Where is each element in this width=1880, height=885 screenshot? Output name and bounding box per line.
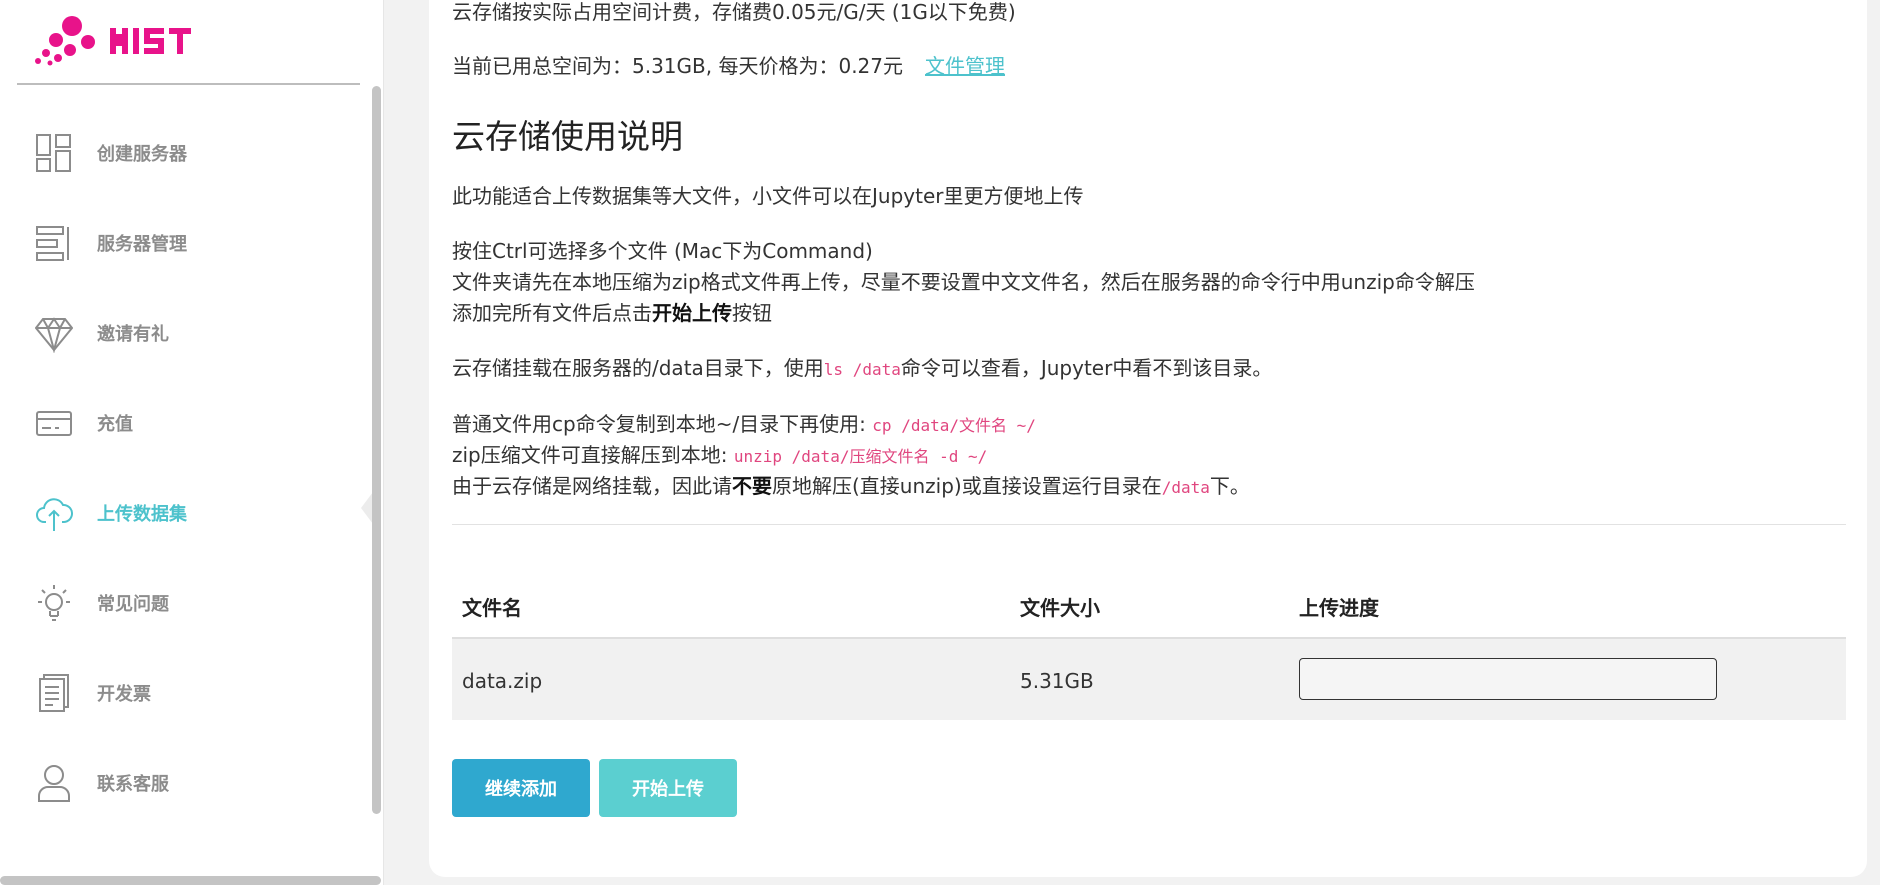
- warn-bold: 不要: [732, 474, 772, 498]
- tip-finish-pre: 添加完所有文件后点击: [452, 301, 652, 325]
- sidebar-item-server-manage[interactable]: 服务器管理: [0, 198, 370, 288]
- credit-card-icon: [36, 411, 72, 436]
- tip-finish-post: 按钮: [732, 301, 772, 325]
- billing-note: 云存储按实际占用空间计费，存储费0.05元/G/天 (1G以下免费): [452, 0, 1016, 24]
- sidebar-item-faq[interactable]: 常见问题: [0, 558, 370, 648]
- sidebar-item-label: 服务器管理: [97, 234, 187, 255]
- section-divider: [452, 524, 1846, 525]
- sidebar-item-upload-dataset[interactable]: 上传数据集: [0, 468, 370, 558]
- diamond-icon: [35, 317, 73, 353]
- logo-divider: [17, 83, 360, 85]
- warn-pre: 由于云存储是网络挂载，因此请: [452, 474, 732, 498]
- sidebar-item-label: 上传数据集: [97, 504, 187, 525]
- sidebar-item-label: 创建服务器: [97, 144, 187, 165]
- tip-finish: 添加完所有文件后点击开始上传按钮: [452, 299, 772, 327]
- sidebar-horizontal-scrollbar[interactable]: [0, 876, 381, 885]
- mount-note: 云存储挂载在服务器的/data目录下，使用ls /data命令可以查看，Jupy…: [452, 354, 1272, 384]
- dashboard-icon: [36, 134, 71, 172]
- column-header-filesize: 文件大小: [1020, 596, 1100, 620]
- mount-post: 命令可以查看，Jupyter中看不到该目录。: [900, 356, 1273, 380]
- warning-note: 由于云存储是网络挂载，因此请不要原地解压(直接unzip)或直接设置运行目录在/…: [452, 472, 1250, 502]
- sidebar-item-label: 邀请有礼: [97, 324, 169, 345]
- file-manage-link[interactable]: 文件管理: [925, 54, 1005, 78]
- sidebar-item-label: 联系客服: [97, 774, 169, 795]
- intro-text: 此功能适合上传数据集等大文件，小文件可以在Jupyter里更方便地上传: [452, 184, 1084, 208]
- tip-zip: 文件夹请先在本地压缩为zip格式文件再上传，尽量不要设置中文文件名，然后在服务器…: [452, 270, 1475, 294]
- unzip-pre: zip压缩文件可直接解压到本地:: [452, 443, 734, 467]
- unzip-note: zip压缩文件可直接解压到本地: unzip /data/压缩文件名 -d ~/: [452, 441, 987, 471]
- sidebar-item-create-server[interactable]: 创建服务器: [0, 108, 370, 198]
- sidebar-item-invoice[interactable]: 开发票: [0, 648, 370, 738]
- warn-post: 下。: [1209, 474, 1250, 498]
- sidebar-item-recharge[interactable]: 充值: [0, 378, 370, 468]
- user-icon: [38, 765, 70, 802]
- warn-mid: 原地解压(直接unzip)或直接设置运行目录在: [772, 474, 1162, 498]
- mount-pre: 云存储挂载在服务器的/data目录下，使用: [452, 356, 824, 380]
- file-name-cell: data.zip: [462, 669, 543, 693]
- start-upload-button[interactable]: 开始上传: [599, 759, 737, 817]
- cloud-upload-icon: [36, 498, 73, 531]
- sidebar: 创建服务器 服务器管理 邀请有礼 充值 上传数据集 常见问题 开发票 联系客服: [0, 0, 384, 885]
- invoice-icon: [39, 674, 69, 712]
- sidebar-item-invite[interactable]: 邀请有礼: [0, 288, 370, 378]
- cp-pre: 普通文件用cp命令复制到本地~/目录下再使用:: [452, 412, 873, 436]
- warn-code: /data: [1161, 478, 1210, 497]
- cp-code: cp /data/文件名 ~/: [872, 416, 1036, 435]
- server-list-icon: [36, 226, 69, 261]
- unzip-code: unzip /data/压缩文件名 -d ~/: [733, 447, 988, 466]
- tip-finish-bold: 开始上传: [652, 301, 732, 325]
- column-header-progress: 上传进度: [1299, 596, 1379, 620]
- mount-code: ls /data: [823, 360, 901, 379]
- sidebar-scrollbar[interactable]: [372, 86, 381, 814]
- sidebar-item-label: 常见问题: [97, 594, 169, 615]
- page-heading: 云存储使用说明: [452, 117, 683, 156]
- mist-logo[interactable]: [34, 10, 224, 70]
- usage-text: 当前已用总空间为：5.31GB, 每天价格为：0.27元: [452, 54, 903, 78]
- file-size-cell: 5.31GB: [1020, 669, 1094, 693]
- sidebar-item-support[interactable]: 联系客服: [0, 738, 370, 828]
- sidebar-item-label: 开发票: [97, 684, 151, 705]
- tip-ctrl: 按住Ctrl可选择多个文件 (Mac下为Command): [452, 239, 873, 263]
- continue-add-button[interactable]: 继续添加: [452, 759, 590, 817]
- column-header-filename: 文件名: [462, 596, 522, 620]
- sidebar-item-label: 充值: [97, 414, 133, 435]
- upload-progress-bar: [1299, 658, 1717, 700]
- lightbulb-icon: [38, 585, 70, 621]
- cp-note: 普通文件用cp命令复制到本地~/目录下再使用: cp /data/文件名 ~/: [452, 410, 1036, 440]
- usage-info: 当前已用总空间为：5.31GB, 每天价格为：0.27元 文件管理: [452, 52, 1005, 80]
